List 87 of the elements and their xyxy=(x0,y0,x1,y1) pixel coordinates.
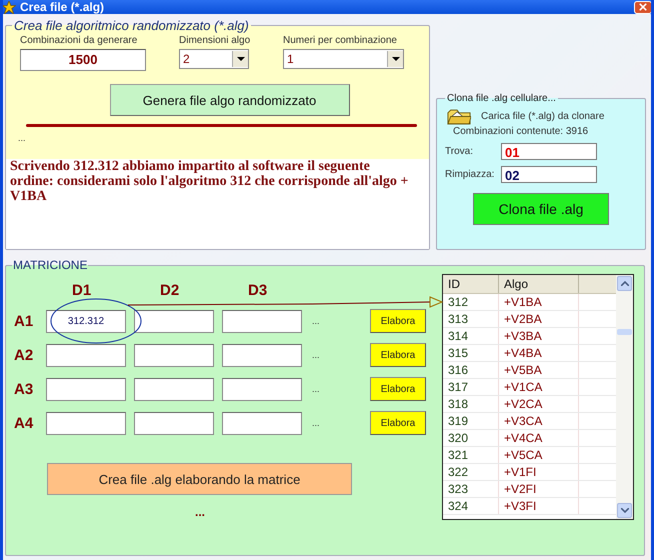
scroll-down-icon[interactable] xyxy=(617,503,632,518)
status-text: ... xyxy=(18,133,27,145)
find-label: Trova: xyxy=(445,146,474,157)
field-label: Combinazioni da generare xyxy=(20,35,138,46)
generate-button[interactable]: Genera file algo randomizzato xyxy=(110,84,350,116)
folder-icon[interactable] xyxy=(447,108,471,125)
table-cell: +V5CA xyxy=(499,447,579,463)
matrix-field[interactable] xyxy=(134,412,214,434)
more-text: ... xyxy=(311,350,321,360)
table-cell: +V1FI xyxy=(499,464,579,480)
table-cell: +V3CA xyxy=(499,413,579,429)
dropdown[interactable]: 1 xyxy=(283,49,404,69)
table-cell: +V2FI xyxy=(499,481,579,497)
more-text: ... xyxy=(311,316,321,326)
matrix-field[interactable] xyxy=(134,344,214,366)
table-cell: +V4BA xyxy=(499,345,579,361)
column-header: D1 xyxy=(71,282,92,299)
table-cell: 321 xyxy=(443,447,499,463)
text-field[interactable]: 1500 xyxy=(20,49,146,71)
scroll-up-icon[interactable] xyxy=(617,276,632,291)
column-header[interactable]: ID xyxy=(443,275,499,293)
create-button[interactable]: Crea file .alg elaborando la matrice xyxy=(47,463,352,495)
process-button[interactable]: Elabora xyxy=(370,411,426,435)
process-button[interactable]: Elabora xyxy=(370,343,426,367)
row-header: A1 xyxy=(13,312,34,330)
table-cell: +V3FI xyxy=(499,498,579,514)
row-header: A2 xyxy=(13,346,34,364)
row-header: A3 xyxy=(13,380,34,398)
replace-field[interactable]: 02 xyxy=(501,166,597,183)
table-cell: +V3BA xyxy=(499,328,579,344)
replace-label: Rimpiazza: xyxy=(445,169,496,180)
row-header: A4 xyxy=(13,414,34,432)
matrix-field[interactable] xyxy=(46,378,126,400)
column-header: D2 xyxy=(159,282,180,299)
table-cell: 317 xyxy=(443,379,499,395)
scrollbar[interactable] xyxy=(616,275,633,519)
table-cell: 312 xyxy=(443,294,499,310)
count-text: Combinazioni contenute: 3916 xyxy=(452,125,590,137)
panel-title: Crea file algoritmico randomizzato (*.alg) xyxy=(13,18,250,33)
table-cell: 319 xyxy=(443,413,499,429)
table-cell: 313 xyxy=(443,311,499,327)
note-text: Scrivendo 312.312 abbiamo impartito al software il seguente ordine: considerami solo l'algoritmo 312 che corrisponde all'algo + V1BA xyxy=(6,159,429,249)
matrix-field[interactable]: 312.312 xyxy=(46,310,126,332)
table-cell: 322 xyxy=(443,464,499,480)
table-cell: 320 xyxy=(443,430,499,446)
window-title: Crea file (*.alg) xyxy=(20,1,106,13)
process-button[interactable]: Elabora xyxy=(370,377,426,401)
clone-button[interactable]: Clona file .alg xyxy=(473,193,609,225)
matrix-field[interactable] xyxy=(222,344,302,366)
matrix-field[interactable] xyxy=(134,378,214,400)
load-label[interactable]: Carica file (*.alg) da clonare xyxy=(481,111,604,122)
panel-title: MATRICIONE xyxy=(12,258,88,272)
table-cell: +V4CA xyxy=(499,430,579,446)
matrix-field[interactable] xyxy=(222,412,302,434)
table-cell: +V5BA xyxy=(499,362,579,378)
column-header[interactable]: Algo xyxy=(499,275,579,293)
matrix-field[interactable] xyxy=(222,378,302,400)
panel-title: Clona file .alg cellulare... xyxy=(446,93,557,104)
table-cell: 324 xyxy=(443,498,499,514)
table-cell: +V2BA xyxy=(499,311,579,327)
close-icon xyxy=(639,3,647,11)
matrix-field[interactable] xyxy=(134,310,214,332)
caret-icon[interactable] xyxy=(392,57,400,61)
table-cell: 323 xyxy=(443,481,499,497)
table-cell: 316 xyxy=(443,362,499,378)
table-cell: 315 xyxy=(443,345,499,361)
scroll-thumb[interactable] xyxy=(617,329,632,335)
more-text: ... xyxy=(311,384,321,394)
close-button[interactable] xyxy=(634,0,651,14)
dropdown[interactable]: 2 xyxy=(179,49,249,69)
matrix-field[interactable] xyxy=(46,412,126,434)
caret-icon[interactable] xyxy=(236,57,244,61)
table-cell: +V1CA xyxy=(499,379,579,395)
matrix-field[interactable] xyxy=(46,344,126,366)
more-text: ... xyxy=(311,418,321,428)
process-button[interactable]: Elabora xyxy=(370,309,426,333)
table-cell: 314 xyxy=(443,328,499,344)
matrix-field[interactable] xyxy=(222,310,302,332)
table-cell: +V1BA xyxy=(499,294,579,310)
column-header: D3 xyxy=(247,282,268,299)
table-cell: +V2CA xyxy=(499,396,579,412)
star-icon xyxy=(3,0,16,14)
find-field[interactable]: 01 xyxy=(501,143,597,160)
status-text: ... xyxy=(195,505,206,519)
field-label: Numeri per combinazione xyxy=(283,35,398,46)
table-cell: 318 xyxy=(443,396,499,412)
field-label: Dimensioni algo xyxy=(179,35,252,46)
